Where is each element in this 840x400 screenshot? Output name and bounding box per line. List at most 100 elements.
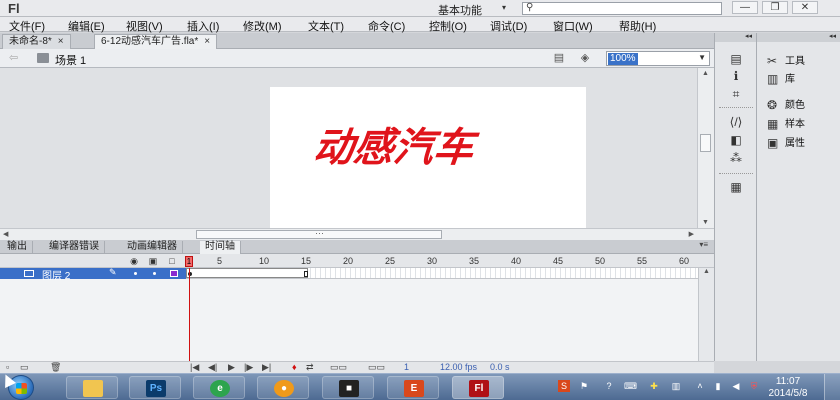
visibility-dot[interactable]: [134, 272, 137, 275]
panel-swatches[interactable]: ▦ 样本: [767, 115, 805, 131]
eye-icon[interactable]: ◉: [129, 256, 139, 266]
menu-window[interactable]: 窗口(W): [553, 18, 593, 34]
tab-motion-editor[interactable]: 动画编辑器: [122, 241, 183, 254]
components-icon[interactable]: ◧: [729, 134, 743, 147]
trash-icon[interactable]: 🗑: [50, 362, 61, 373]
scroll-up-icon[interactable]: ▲: [702, 70, 709, 77]
transform-icon[interactable]: ⌗: [729, 88, 743, 101]
tray-s-icon[interactable]: S: [558, 380, 570, 392]
keyframe-span[interactable]: [186, 268, 308, 278]
new-layer-icon[interactable]: ▫: [6, 362, 9, 373]
step-back-icon[interactable]: ◀|: [208, 362, 217, 373]
menu-view[interactable]: 视图(V): [126, 18, 163, 34]
tab-compiler-errors[interactable]: 编译器错误: [44, 241, 105, 254]
tab-output[interactable]: 输出: [2, 241, 33, 254]
center-frame-icon[interactable]: ♦: [292, 362, 297, 373]
tray-plus-icon[interactable]: ✚: [648, 380, 660, 392]
tray-help-icon[interactable]: ?: [603, 380, 615, 392]
edit-symbols-icon[interactable]: ◈: [578, 52, 592, 64]
panel-properties[interactable]: ▣ 属性: [767, 134, 805, 150]
loop-icon[interactable]: ⇄: [306, 362, 314, 373]
stage-vertical-scrollbar[interactable]: ▲ ▼: [697, 68, 714, 228]
close-button[interactable]: ✕: [792, 1, 818, 14]
tab-untitled-8[interactable]: 未命名-8* ×: [2, 34, 71, 49]
tray-signal-icon[interactable]: ▮: [712, 380, 724, 392]
taskbar-media[interactable]: ●: [257, 376, 309, 399]
scroll-up-icon[interactable]: ▲: [703, 268, 710, 275]
timeline-vertical-scrollbar[interactable]: ▲: [698, 268, 714, 361]
edit-multiple-frames-icon[interactable]: ▭▭: [368, 362, 385, 373]
taskbar-presentation[interactable]: E: [387, 376, 439, 399]
code-snippets-icon[interactable]: ⟨/⟩: [729, 116, 743, 129]
panel-tools[interactable]: ✂ 工具: [767, 52, 805, 68]
scroll-thumb[interactable]: ⋯: [196, 228, 442, 239]
outline-icon[interactable]: □: [167, 256, 177, 266]
show-desktop-button[interactable]: [824, 374, 840, 400]
taskbar-browser[interactable]: e: [193, 376, 245, 399]
info-icon[interactable]: ℹ: [729, 70, 743, 83]
play-icon[interactable]: ▶: [228, 362, 235, 373]
workspace-switcher[interactable]: 基本功能: [438, 2, 482, 18]
chevron-down-icon[interactable]: ▾: [502, 3, 506, 12]
scroll-thumb[interactable]: [700, 134, 711, 152]
lock-icon[interactable]: ▣: [148, 256, 158, 266]
motion-presets-icon[interactable]: ⁂: [729, 152, 743, 165]
playhead[interactable]: 1: [185, 256, 193, 267]
restore-button[interactable]: ❐: [762, 1, 788, 14]
align-icon[interactable]: ▤: [729, 53, 743, 66]
menu-text[interactable]: 文本(T): [308, 18, 344, 34]
panel-library[interactable]: ▥ 库: [767, 70, 795, 86]
tray-security-icon[interactable]: ⛨: [748, 380, 760, 392]
close-icon[interactable]: ×: [58, 36, 64, 47]
panel-color[interactable]: ❂ 颜色: [767, 96, 805, 112]
close-icon[interactable]: ×: [204, 36, 210, 47]
scene-label[interactable]: 场景 1: [55, 52, 86, 68]
back-arrow-icon[interactable]: ⇦: [9, 51, 18, 64]
scroll-right-icon[interactable]: ▶: [689, 230, 694, 238]
new-folder-icon[interactable]: ▭: [20, 362, 29, 373]
tab-car-ad[interactable]: 6-12动感汽车广告.fla* ×: [94, 34, 218, 49]
scroll-left-icon[interactable]: ◀: [3, 230, 8, 238]
stage-title-text[interactable]: 动感汽车: [311, 115, 477, 173]
step-forward-icon[interactable]: |▶: [244, 362, 253, 373]
taskbar-photoshop[interactable]: Ps: [129, 376, 181, 399]
menu-insert[interactable]: 插入(I): [187, 18, 219, 34]
taskbar-flash[interactable]: Fl: [452, 376, 504, 399]
menu-commands[interactable]: 命令(C): [368, 18, 405, 34]
menu-modify[interactable]: 修改(M): [243, 18, 282, 34]
panel-menu-icon[interactable]: ▾≡: [699, 240, 708, 249]
menu-edit[interactable]: 编辑(E): [68, 18, 105, 34]
tray-network-icon[interactable]: ▥: [670, 380, 682, 392]
layer-row[interactable]: 图层 2 ✎: [0, 267, 186, 282]
help-search-input[interactable]: ⚲: [522, 2, 722, 15]
clock-date[interactable]: 2014/5/8: [760, 388, 816, 399]
minimize-button[interactable]: —: [732, 1, 758, 14]
current-frame-readout[interactable]: 1: [404, 362, 409, 373]
taskbar-explorer[interactable]: [66, 376, 118, 399]
stage-area[interactable]: 动感汽车: [0, 68, 697, 228]
lock-dot[interactable]: [153, 272, 156, 275]
panel-collapse-icon[interactable]: ◂◂: [757, 33, 840, 42]
layer-color-swatch[interactable]: [170, 270, 178, 277]
tray-chevron-icon[interactable]: ˄: [694, 380, 706, 392]
scroll-down-icon[interactable]: ▼: [702, 219, 709, 226]
menu-help[interactable]: 帮助(H): [619, 18, 656, 34]
clock-time[interactable]: 11:07: [768, 376, 808, 387]
tray-keyboard-icon[interactable]: ⌨: [624, 380, 637, 392]
menu-file[interactable]: 文件(F): [9, 18, 45, 34]
taskbar-camera[interactable]: ■: [322, 376, 374, 399]
stage-canvas[interactable]: 动感汽车: [270, 87, 586, 228]
zoom-select[interactable]: 100% ▼: [606, 51, 710, 66]
tray-volume-icon[interactable]: ◀: [730, 380, 742, 392]
onion-skin-icon[interactable]: ▭▭: [330, 362, 347, 373]
tab-timeline[interactable]: 时间轴: [200, 241, 241, 254]
layer-name[interactable]: 图层 2: [42, 267, 70, 282]
go-last-frame-icon[interactable]: ▶|: [262, 362, 271, 373]
edit-scene-icon[interactable]: ▤: [552, 52, 566, 64]
project-icon[interactable]: ▦: [729, 181, 743, 194]
go-first-frame-icon[interactable]: |◀: [190, 362, 199, 373]
stage-horizontal-scrollbar[interactable]: ◀ ⋯ ▶: [0, 228, 714, 240]
fps-readout[interactable]: 12.00 fps: [440, 362, 477, 373]
menu-debug[interactable]: 调试(D): [490, 18, 527, 34]
tray-flag-icon[interactable]: ⚑: [578, 380, 590, 392]
